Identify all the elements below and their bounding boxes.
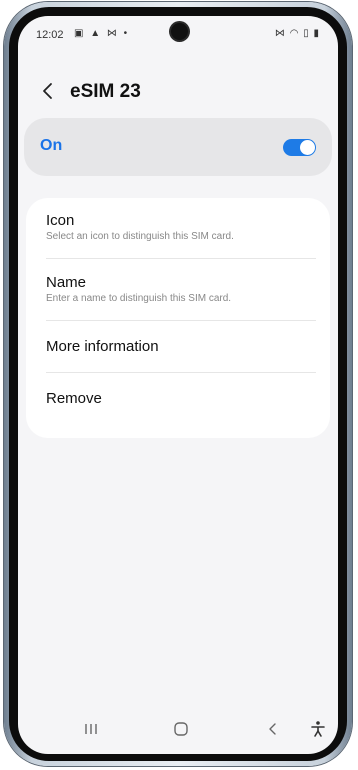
navigation-bar bbox=[18, 704, 338, 754]
page-title: eSIM 23 bbox=[70, 81, 141, 102]
home-icon bbox=[174, 722, 188, 736]
divider bbox=[46, 372, 316, 373]
recent-apps-button[interactable] bbox=[76, 716, 106, 742]
list-item-title: More information bbox=[46, 338, 159, 355]
accessibility-icon bbox=[311, 721, 325, 737]
nav-back-button[interactable] bbox=[258, 716, 288, 742]
home-button[interactable] bbox=[166, 716, 196, 742]
back-icon bbox=[269, 723, 276, 735]
list-item-name[interactable]: Name Enter a name to distinguish this SI… bbox=[46, 274, 310, 304]
settings-list: Icon Select an icon to distinguish this … bbox=[26, 198, 330, 438]
chevron-left-icon bbox=[43, 83, 52, 99]
esim-toggle-row[interactable]: On bbox=[24, 118, 332, 176]
toggle-label: On bbox=[40, 137, 63, 154]
app-header: eSIM 23 bbox=[18, 76, 338, 108]
list-item-remove[interactable]: Remove bbox=[46, 390, 310, 407]
status-time: 12:02 bbox=[36, 29, 64, 41]
status-bar: 12:02 ▣ ▲ ⋈ • ⋈ ◠ ▯ ▮ bbox=[18, 16, 338, 54]
esim-toggle-switch[interactable] bbox=[283, 139, 316, 156]
front-camera bbox=[171, 23, 188, 40]
list-item-icon[interactable]: Icon Select an icon to distinguish this … bbox=[46, 212, 310, 242]
toggle-knob bbox=[300, 140, 315, 155]
list-item-title: Icon bbox=[46, 212, 75, 229]
list-item-title: Remove bbox=[46, 390, 102, 407]
back-button[interactable] bbox=[36, 78, 60, 104]
list-item-more-information[interactable]: More information bbox=[46, 338, 310, 355]
recent-apps-icon bbox=[85, 724, 97, 734]
accessibility-button[interactable] bbox=[304, 716, 332, 742]
list-item-subtitle: Select an icon to distinguish this SIM c… bbox=[46, 231, 234, 242]
divider bbox=[46, 258, 316, 259]
list-item-subtitle: Enter a name to distinguish this SIM car… bbox=[46, 293, 232, 304]
notification-icons: ▣ ▲ ⋈ • bbox=[74, 28, 130, 39]
phone-screen: 12:02 ▣ ▲ ⋈ • ⋈ ◠ ▯ ▮ eSIM 23 On Icon Se… bbox=[18, 16, 338, 754]
system-status-icons: ⋈ ◠ ▯ ▮ bbox=[274, 28, 320, 39]
divider bbox=[46, 320, 316, 321]
list-item-title: Name bbox=[46, 274, 87, 291]
